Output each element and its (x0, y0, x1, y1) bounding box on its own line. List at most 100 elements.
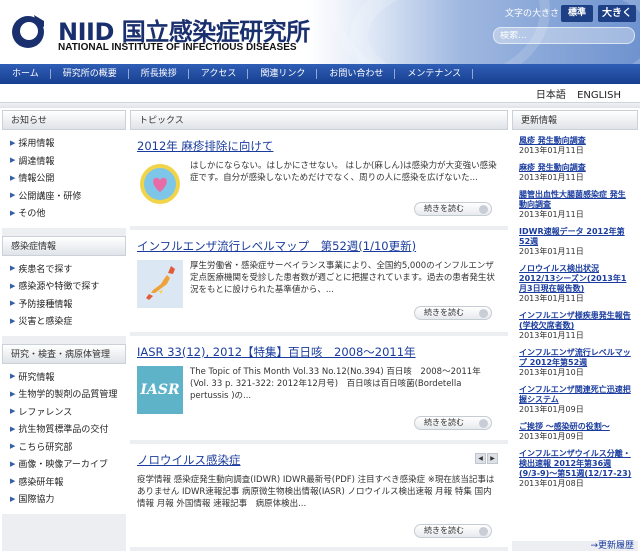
site-header: NIID 国立感染症研究所 NATIONAL INSTITUTE OF INFE… (0, 0, 640, 64)
update-date: 2013年01月11日 (519, 294, 584, 303)
list-item: 風疹 発生動向調査 2013年01月11日 (512, 133, 638, 160)
update-date: 2013年01月08日 (519, 479, 584, 488)
research-item-label: こちら研究部 (18, 442, 73, 453)
update-date: 2013年01月10日 (519, 368, 584, 377)
arrow-circle-icon (479, 419, 488, 428)
update-date: 2013年01月11日 (519, 146, 584, 155)
arrow-right-icon: ▶ (10, 264, 16, 273)
notice-item[interactable]: ▶ 公開講座・研修 (2, 187, 126, 205)
arrow-right-icon: ▶ (10, 191, 16, 200)
update-link[interactable]: インフルエンザ流行レベルマップ 2012年第52週 (519, 348, 632, 368)
prev-arrow-icon[interactable]: ◀ (475, 453, 486, 464)
search-box (493, 27, 635, 44)
research-item-label: 生物学的製剤の品質管理 (18, 390, 118, 401)
nav-greeting[interactable]: 所長挨拶 (129, 64, 189, 84)
measles-campaign-thumbnail[interactable] (137, 160, 183, 208)
arrow-right-icon: ▶ (10, 442, 16, 451)
update-link[interactable]: IDWR速報データ 2012年第52週 (519, 227, 632, 247)
notice-item-label: その他 (18, 209, 46, 220)
language-switcher: 日本語 ENGLISH (528, 86, 621, 101)
update-date: 2013年01月11日 (519, 331, 584, 340)
nav-maintenance[interactable]: メンテナンス (395, 64, 474, 84)
nav-home[interactable]: ホーム (0, 64, 51, 84)
disease-list: ▶ 疾患名で探す ▶ 感染源や特徴で探す ▶ 予防接種情報 ▶ 災害と感染症 (2, 255, 126, 336)
arrow-right-icon: ▶ (10, 389, 16, 398)
update-link[interactable]: インフルエンザ関連死亡迅速把握システム (519, 385, 632, 405)
topic-article: ノロウイルス感染症 ◀ ▶ 疫学情報 感染症発生動向調査(IDWR) IDWR最… (130, 444, 508, 547)
update-date: 2013年01月11日 (519, 247, 584, 256)
updates-panel: 更新情報 風疹 発生動向調査 2013年01月11日 麻疹 発生動向調査 2013年… (512, 110, 638, 551)
read-more-button[interactable]: 続きを読む (414, 524, 492, 538)
topic-article: IASR 33(12), 2012【特集】百日咳 2008～2011年 IASR… (130, 336, 508, 440)
notice-item[interactable]: ▶ 調達情報 (2, 152, 126, 170)
disease-item[interactable]: ▶ 疾患名で探す (2, 260, 126, 278)
read-more-label: 続きを読む (424, 204, 464, 213)
disease-item[interactable]: ▶ 予防接種情報 (2, 295, 126, 313)
disease-item[interactable]: ▶ 災害と感染症 (2, 312, 126, 330)
read-more-button[interactable]: 続きを読む (414, 416, 492, 430)
update-link[interactable]: 風疹 発生動向調査 (519, 136, 632, 146)
topic-summary: The Topic of This Month Vol.33 No.12(No.… (190, 367, 481, 401)
update-link[interactable]: ご挨拶 ～感染研の役割～ (519, 422, 632, 432)
update-link[interactable]: インフルエンザウイルス分離・検出速報 2012年第36週(9/3-9)～第51週… (519, 449, 632, 479)
research-item[interactable]: ▶ 画像・映像アーカイブ (2, 455, 126, 473)
search-input[interactable] (500, 30, 620, 41)
disease-item[interactable]: ▶ 感染源や特徴で探す (2, 277, 126, 295)
research-heading: 研究・検査・病原体管理 (2, 343, 126, 364)
research-item[interactable]: ▶ 感染研年報 (2, 473, 126, 491)
research-item[interactable]: ▶ 生物学的製剤の品質管理 (2, 385, 126, 403)
list-item: ノロウイルス検出状況 2012/13シーズン(2013年1月3日現在報告数) 20… (512, 261, 638, 308)
notice-item[interactable]: ▶ その他 (2, 204, 126, 222)
nav-links[interactable]: 関連リンク (248, 64, 318, 84)
update-link[interactable]: インフルエンザ様疾患発生報告(学校欠席者数) (519, 311, 632, 331)
notice-list: ▶ 採用情報 ▶ 調達情報 ▶ 情報公開 ▶ 公開講座・研修 ▶ その他 (2, 130, 126, 228)
nav-contact[interactable]: お問い合わせ (317, 64, 396, 84)
list-item: インフルエンザ流行レベルマップ 2012年第52週 2013年01月10日 (512, 345, 638, 382)
lang-japanese[interactable]: 日本語 (536, 90, 566, 101)
site-logo-subtitle: NATIONAL INSTITUTE OF INFECTIOUS DISEASE… (58, 42, 297, 53)
list-item: インフルエンザ関連死亡迅速把握システム 2013年01月09日 (512, 382, 638, 419)
topic-title[interactable]: インフルエンザ流行レベルマップ 第52週(1/10更新) (130, 230, 508, 254)
read-more-button[interactable]: 続きを読む (414, 306, 492, 320)
research-item[interactable]: ▶ レファレンス (2, 403, 126, 421)
divider (0, 102, 640, 108)
arrow-right-icon: ▶ (10, 173, 16, 182)
nav-access[interactable]: アクセス (189, 64, 249, 84)
research-item[interactable]: ▶ 国際協力 (2, 490, 126, 508)
topic-title[interactable]: IASR 33(12), 2012【特集】百日咳 2008～2011年 (130, 336, 508, 360)
arrow-right-icon: ▶ (10, 281, 16, 290)
update-date: 2013年01月09日 (519, 432, 584, 441)
niid-logo-icon[interactable] (8, 11, 48, 51)
topic-title[interactable]: ノロウイルス感染症 (130, 444, 508, 468)
update-date: 2013年01月09日 (519, 405, 584, 414)
font-size-label: 文字の大きさ (505, 9, 560, 19)
main-nav: ホーム 研究所の概要 所長挨拶 アクセス 関連リンク お問い合わせ メンテナンス (0, 64, 640, 84)
influenza-map-thumbnail[interactable] (137, 260, 183, 308)
topic-title[interactable]: 2012年 麻疹排除に向けて (130, 130, 508, 154)
research-item[interactable]: ▶ こちら研究部 (2, 438, 126, 456)
update-link[interactable]: 麻疹 発生動向調査 (519, 163, 632, 173)
lang-english[interactable]: ENGLISH (577, 90, 621, 101)
research-item[interactable]: ▶ 研究情報 (2, 368, 126, 386)
font-standard-button[interactable]: 標準 (561, 5, 593, 22)
arrow-right-icon: ▶ (10, 494, 16, 503)
research-item-label: 感染研年報 (18, 477, 64, 488)
next-arrow-icon[interactable]: ▶ (487, 453, 498, 464)
arrow-right-icon: ▶ (10, 299, 16, 308)
topic-summary: はしかにならない。はしかにさせない。 はしか(麻しん)は感染力が大変強い感染症で… (190, 161, 497, 183)
research-item[interactable]: ▶ 抗生物質標準品の交付 (2, 420, 126, 438)
read-more-label: 続きを読む (424, 418, 464, 427)
disease-heading: 感染症情報 (2, 235, 126, 256)
notice-item[interactable]: ▶ 採用情報 (2, 134, 126, 152)
font-large-button[interactable]: 大きく (598, 5, 636, 22)
update-history-link[interactable]: →更新履歴 (512, 538, 638, 551)
arrow-right-icon: ▶ (10, 424, 16, 433)
notice-item[interactable]: ▶ 情報公開 (2, 169, 126, 187)
iasr-thumbnail[interactable]: IASR (137, 366, 183, 414)
notice-item-label: 調達情報 (18, 156, 55, 167)
read-more-button[interactable]: 続きを読む (414, 202, 492, 216)
update-link[interactable]: 腸管出血性大腸菌感染症 発生動向調査 (519, 190, 632, 210)
nav-about[interactable]: 研究所の概要 (51, 64, 129, 84)
update-link[interactable]: ノロウイルス検出状況 2012/13シーズン(2013年1月3日現在報告数) (519, 264, 632, 294)
research-item-label: レファレンス (18, 407, 73, 418)
